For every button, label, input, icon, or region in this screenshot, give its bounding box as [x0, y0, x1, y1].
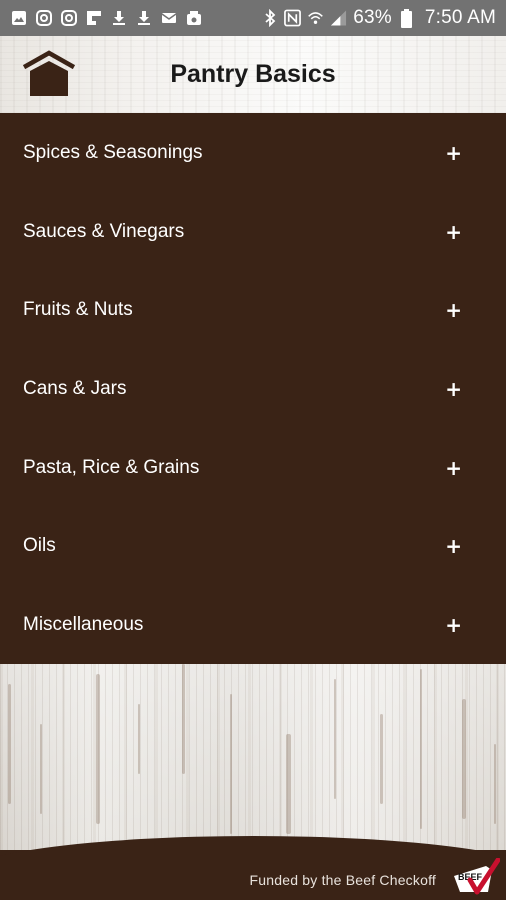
wood-grain — [462, 699, 466, 819]
category-menu: Spices & Seasonings + Sauces & Vinegars … — [0, 114, 506, 664]
menu-item-spices-seasonings[interactable]: Spices & Seasonings + — [0, 114, 506, 193]
menu-item-cans-jars[interactable]: Cans & Jars + — [0, 350, 506, 429]
funded-by-text: Funded by the Beef Checkoff — [249, 872, 436, 888]
menu-item-label: Spices & Seasonings — [23, 142, 203, 164]
menu-item-fruits-nuts[interactable]: Fruits & Nuts + — [0, 271, 506, 350]
page-title: Pantry Basics — [170, 60, 336, 88]
expand-plus-icon[interactable]: + — [445, 536, 462, 556]
wood-grain — [420, 669, 422, 829]
battery-percent: 63% — [353, 7, 392, 28]
wood-grain — [494, 744, 496, 824]
menu-item-label: Oils — [23, 535, 56, 557]
menu-item-label: Miscellaneous — [23, 613, 144, 635]
bluetooth-icon — [261, 9, 278, 27]
footer: Funded by the Beef Checkoff BEEF — [0, 836, 506, 900]
wood-grain — [230, 694, 232, 834]
image-icon — [10, 10, 27, 27]
download-icon — [135, 10, 152, 27]
menu-item-oils[interactable]: Oils + — [0, 507, 506, 586]
menu-item-pasta-rice-grains[interactable]: Pasta, Rice & Grains + — [0, 428, 506, 507]
expand-plus-icon[interactable]: + — [445, 458, 462, 478]
system-status: 63% 7:50 AM — [261, 7, 496, 29]
instagram-icon — [35, 10, 52, 27]
signal-icon — [330, 10, 347, 27]
expand-plus-icon[interactable]: + — [445, 379, 462, 399]
expand-plus-icon[interactable]: + — [445, 615, 462, 635]
menu-item-label: Pasta, Rice & Grains — [23, 456, 200, 478]
expand-plus-icon[interactable]: + — [445, 222, 462, 242]
download-icon — [110, 10, 127, 27]
wood-grain — [96, 674, 100, 824]
menu-item-label: Fruits & Nuts — [23, 299, 133, 321]
notification-icons — [10, 10, 202, 27]
app-screen: 63% 7:50 AM Pantry Basics Spices & Seaso… — [0, 0, 506, 900]
wood-grain — [182, 664, 185, 774]
instagram-icon — [60, 10, 77, 27]
wood-grain — [334, 679, 336, 799]
menu-item-label: Cans & Jars — [23, 378, 127, 400]
menu-item-miscellaneous[interactable]: Miscellaneous + — [0, 586, 506, 665]
nfc-icon — [284, 9, 302, 27]
menu-item-sauces-vinegars[interactable]: Sauces & Vinegars + — [0, 193, 506, 272]
mail-icon — [160, 10, 177, 27]
clock: 7:50 AM — [424, 7, 496, 28]
expand-plus-icon[interactable]: + — [445, 300, 462, 320]
wood-background — [0, 664, 506, 850]
app-header: Pantry Basics — [0, 36, 506, 114]
status-bar: 63% 7:50 AM — [0, 0, 506, 36]
battery-icon — [398, 8, 415, 28]
flipboard-icon — [85, 10, 102, 27]
wifi-icon — [307, 10, 324, 27]
menu-item-label: Sauces & Vinegars — [23, 220, 185, 242]
wood-grain — [40, 724, 42, 814]
photo-icon — [185, 10, 202, 27]
wood-grain — [8, 684, 11, 804]
wood-grain — [380, 714, 383, 804]
wood-grain — [286, 734, 291, 834]
expand-plus-icon[interactable]: + — [445, 143, 462, 163]
beef-checkoff-logo: BEEF — [454, 858, 500, 895]
wood-grain — [138, 704, 140, 774]
